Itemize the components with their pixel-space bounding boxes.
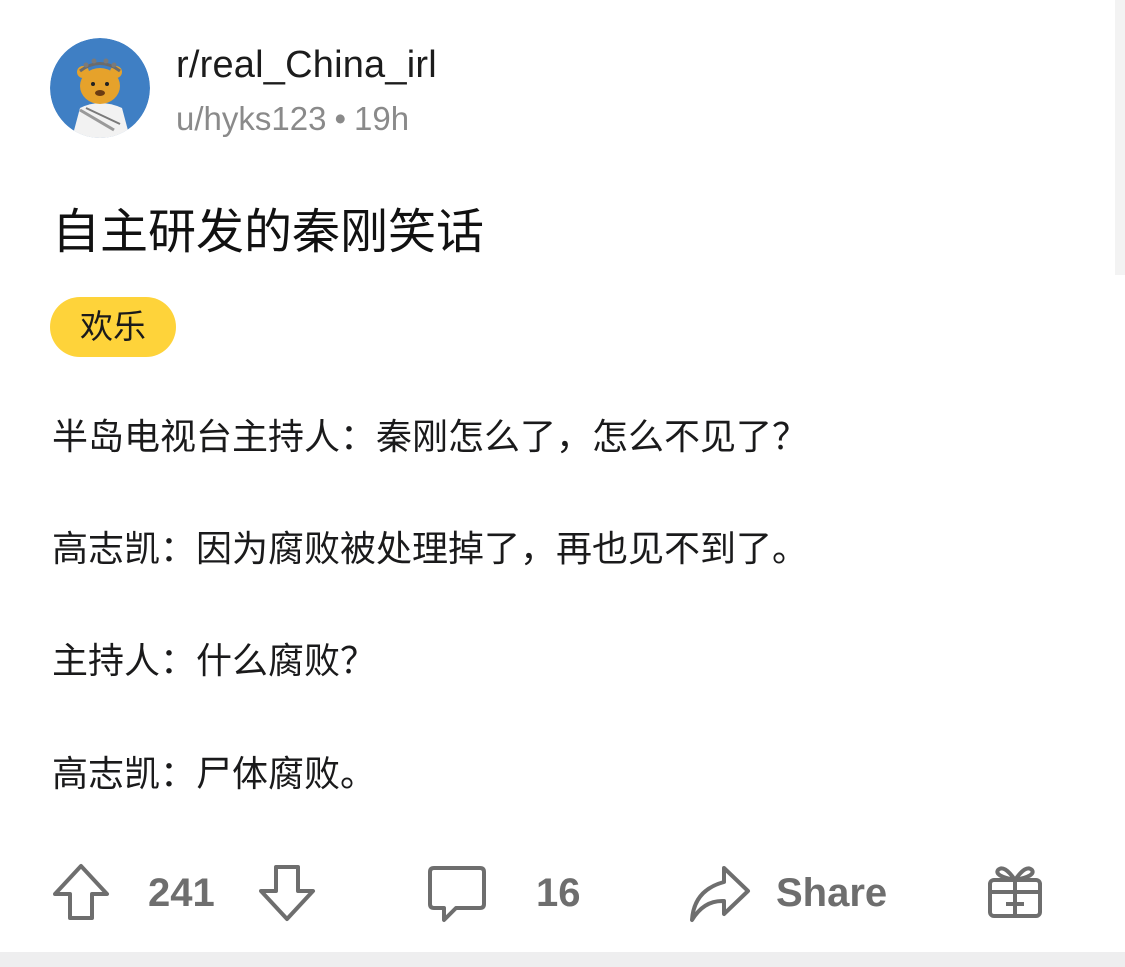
post-body-line: 主持人：什么腐败？ bbox=[52, 641, 377, 682]
award-icon[interactable] bbox=[984, 860, 1046, 922]
post-body-line: 高志凯：尸体腐败。 bbox=[52, 754, 377, 795]
share-button[interactable]: Share bbox=[776, 866, 887, 920]
bottom-divider bbox=[0, 952, 1125, 967]
upvote-count: 241 bbox=[148, 871, 215, 915]
upvote-icon[interactable] bbox=[50, 861, 112, 923]
downvote-icon[interactable] bbox=[256, 862, 318, 924]
meta-separator: • bbox=[334, 100, 346, 137]
post-time: 19h bbox=[354, 100, 410, 137]
comment-icon[interactable] bbox=[426, 862, 488, 924]
author-link[interactable]: u/hyks123 bbox=[176, 100, 326, 137]
post-body-line: 高志凯：因为腐败被处理掉了，再也见不到了。 bbox=[52, 529, 809, 570]
subreddit-avatar[interactable] bbox=[50, 38, 150, 138]
post-meta: u/hyks123 • 19h bbox=[176, 98, 409, 140]
right-edge-strip bbox=[1115, 0, 1125, 275]
post-flair[interactable]: 欢乐 bbox=[50, 297, 176, 357]
subreddit-name[interactable]: r/real_China_irl bbox=[176, 42, 437, 88]
share-icon[interactable] bbox=[686, 860, 752, 926]
post-title[interactable]: 自主研发的秦刚笑话 bbox=[52, 200, 484, 264]
comment-count: 16 bbox=[536, 871, 581, 915]
post-body-line: 半岛电视台主持人：秦刚怎么了，怎么不见了？ bbox=[52, 417, 809, 458]
